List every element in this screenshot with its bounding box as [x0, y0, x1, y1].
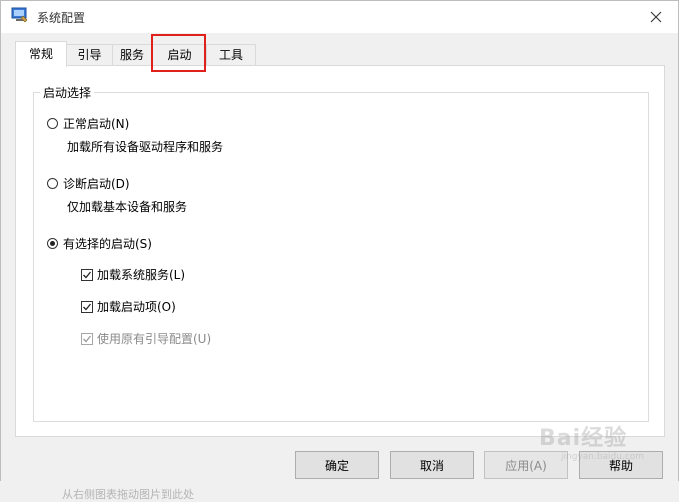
tab-strip: 常规 引导 服务 启动 工具 — [15, 41, 665, 67]
checkbox-label: 加载系统服务(L) — [97, 268, 186, 282]
watermark-main: Bai经验 — [539, 426, 628, 451]
checkmark-icon — [83, 303, 92, 310]
radio-button[interactable] — [47, 118, 58, 129]
tab-services[interactable]: 服务 — [112, 44, 152, 66]
checkbox-load-system-services[interactable]: 加载系统服务(L) — [81, 266, 185, 283]
tab-tools[interactable]: 工具 — [206, 44, 256, 66]
tab-boot[interactable]: 引导 — [66, 44, 113, 66]
radio-selective-startup[interactable]: 有选择的启动(S) — [47, 235, 152, 252]
radio-diagnostic-startup[interactable]: 诊断启动(D) — [47, 175, 130, 192]
startup-selection-group: 启动选择 正常启动(N) 加载所有设备驱动程序和服务 诊断启动(D) 仅加载基本… — [33, 84, 649, 422]
normal-startup-description: 加载所有设备驱动程序和服务 — [67, 140, 224, 154]
radio-label: 有选择的启动(S) — [63, 237, 152, 251]
ok-button[interactable]: 确定 — [295, 451, 379, 479]
close-button[interactable] — [634, 1, 678, 33]
baidu-watermark: Bai经验 jingyan.baidu.com — [539, 420, 669, 470]
checkbox[interactable] — [81, 268, 93, 281]
checkmark-icon — [83, 335, 92, 342]
background-text: 从右侧图表拖动图片到此处 — [62, 488, 194, 501]
checkbox-label: 加载启动项(O) — [97, 300, 176, 314]
msconfig-app-icon — [11, 7, 28, 23]
radio-normal-startup[interactable]: 正常启动(N) — [47, 115, 129, 132]
general-tab-panel: 启动选择 正常启动(N) 加载所有设备驱动程序和服务 诊断启动(D) 仅加载基本… — [15, 65, 665, 437]
watermark-sub: jingyan.baidu.com — [561, 452, 645, 462]
radio-label: 正常启动(N) — [63, 117, 130, 131]
radio-button[interactable] — [47, 178, 58, 189]
window-title: 系统配置 — [37, 11, 86, 25]
diagnostic-startup-description: 仅加载基本设备和服务 — [67, 200, 188, 214]
radio-button-selected[interactable] — [47, 238, 58, 249]
system-config-window: 系统配置 常规 引导 服务 启动 工具 启动选择 正常启动(N) 加载所有设备驱… — [0, 0, 679, 482]
close-icon — [650, 11, 662, 23]
tab-general[interactable]: 常规 — [15, 41, 67, 67]
checkbox[interactable] — [81, 300, 93, 313]
checkbox-load-startup-items[interactable]: 加载启动项(O) — [81, 298, 176, 315]
checkbox-disabled — [81, 332, 93, 345]
radio-label: 诊断启动(D) — [63, 177, 130, 191]
group-title: 启动选择 — [40, 84, 95, 101]
startup-tab-highlight — [151, 34, 206, 72]
cancel-button[interactable]: 取消 — [390, 451, 474, 479]
title-bar: 系统配置 — [1, 1, 678, 33]
checkbox-use-original-boot-config: 使用原有引导配置(U) — [81, 330, 211, 347]
checkbox-label: 使用原有引导配置(U) — [97, 332, 212, 346]
checkmark-icon — [83, 271, 92, 278]
